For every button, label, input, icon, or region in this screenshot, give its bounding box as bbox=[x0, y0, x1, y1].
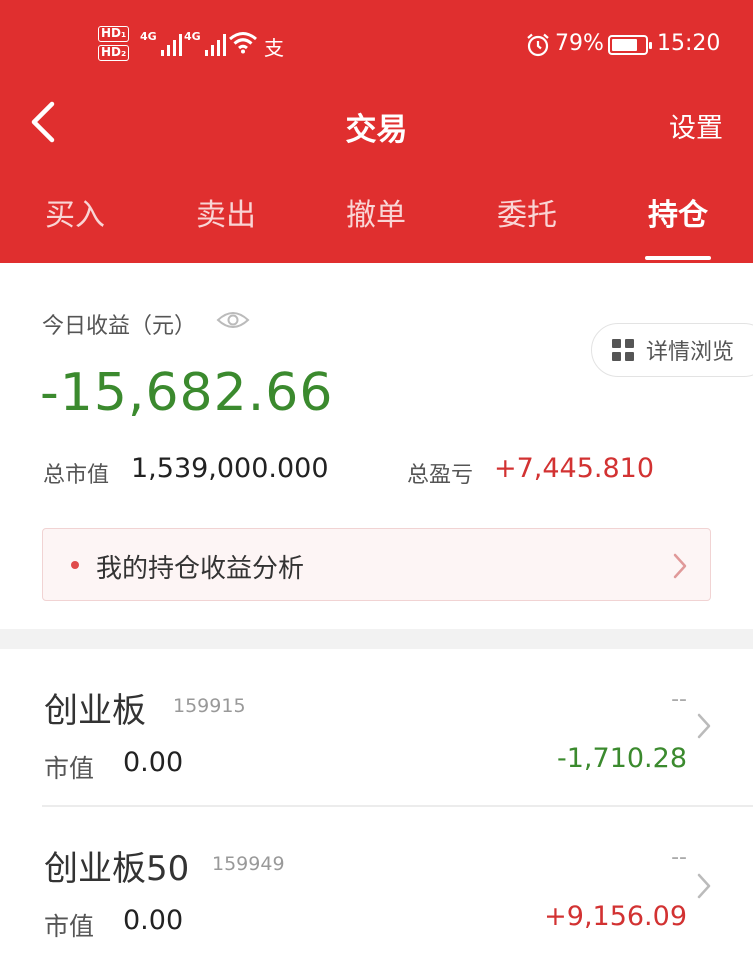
sim2-hd-badge: HD₂ bbox=[98, 45, 130, 61]
holding-price: -- bbox=[671, 845, 687, 870]
holding-price: -- bbox=[671, 687, 687, 712]
bullet-dot bbox=[71, 561, 79, 569]
page-title: 交易 bbox=[345, 112, 408, 148]
clock: 15:20 bbox=[657, 31, 721, 56]
holding-code: 159915 bbox=[173, 695, 246, 717]
position-analysis-banner[interactable]: 我的持仓收益分析 bbox=[42, 528, 711, 601]
battery-level bbox=[612, 39, 637, 51]
payment-icon: 支 bbox=[264, 36, 284, 60]
holding-profit-loss: -1,710.28 bbox=[557, 743, 687, 774]
chevron-right-icon bbox=[673, 553, 687, 579]
wifi-icon bbox=[229, 32, 257, 54]
tab-buy[interactable]: 买入 bbox=[10, 190, 140, 234]
eye-icon[interactable] bbox=[216, 310, 250, 330]
total-market-value: 1,539,000.000 bbox=[131, 453, 329, 484]
sim-indicators: HD₁ HD₂ bbox=[98, 26, 130, 61]
holding-name: 创业板50 bbox=[44, 849, 190, 889]
holding-name: 创业板 bbox=[44, 691, 146, 731]
positions-summary: 今日收益（元） 详情浏览 -15,682.66 总市值 1,539,000.00… bbox=[0, 263, 753, 629]
battery-percent: 79% bbox=[555, 31, 604, 56]
nav-bar: 交易 设置 bbox=[0, 92, 753, 156]
tab-orders[interactable]: 委托 bbox=[462, 190, 592, 234]
network-type-2: 4G bbox=[184, 30, 201, 43]
holding-market-value: 0.00 bbox=[123, 747, 184, 778]
detail-view-button[interactable]: 详情浏览 bbox=[591, 323, 753, 377]
app-header: HD₁ HD₂ 4G 4G 支 79% 15:20 交易 设置 买入 卖出 撤单… bbox=[0, 0, 753, 263]
trade-tabs: 买入 卖出 撤单 委托 持仓 bbox=[0, 190, 753, 263]
active-tab-indicator bbox=[645, 256, 711, 260]
sim1-hd-badge: HD₁ bbox=[98, 26, 130, 42]
holding-row[interactable]: 创业板50 159949 -- 市值 0.00 +9,156.09 bbox=[0, 807, 753, 960]
grid-icon bbox=[612, 339, 634, 361]
signal-2-icon: 4G bbox=[184, 30, 226, 56]
section-separator bbox=[0, 629, 753, 649]
holding-row[interactable]: 创业板 159915 -- 市值 0.00 -1,710.28 bbox=[0, 649, 753, 807]
total-profit-loss-label: 总盈亏 bbox=[407, 463, 474, 488]
network-type-1: 4G bbox=[140, 30, 157, 43]
holding-market-value-label: 市值 bbox=[44, 912, 95, 941]
today-profit-label: 今日收益（元） bbox=[42, 314, 197, 339]
chevron-right-icon bbox=[697, 713, 711, 739]
holding-market-value: 0.00 bbox=[123, 905, 184, 936]
tab-positions[interactable]: 持仓 bbox=[613, 190, 743, 234]
tab-cancel-order[interactable]: 撤单 bbox=[311, 190, 441, 234]
settings-button[interactable]: 设置 bbox=[669, 106, 723, 145]
holding-code: 159949 bbox=[212, 853, 285, 875]
chevron-right-icon bbox=[697, 873, 711, 899]
signal-1-icon: 4G bbox=[140, 30, 182, 56]
position-analysis-label: 我的持仓收益分析 bbox=[96, 554, 305, 584]
battery-icon bbox=[608, 35, 652, 55]
holding-profit-loss: +9,156.09 bbox=[544, 901, 687, 932]
total-profit-loss: +7,445.810 bbox=[494, 453, 655, 484]
total-market-value-label: 总市值 bbox=[43, 463, 110, 488]
tab-sell[interactable]: 卖出 bbox=[161, 190, 291, 234]
today-profit-value: -15,682.66 bbox=[40, 363, 334, 423]
alarm-icon bbox=[527, 33, 549, 57]
status-bar: HD₁ HD₂ 4G 4G 支 79% 15:20 bbox=[0, 22, 753, 70]
holding-market-value-label: 市值 bbox=[44, 754, 95, 783]
detail-view-label: 详情浏览 bbox=[646, 340, 735, 365]
